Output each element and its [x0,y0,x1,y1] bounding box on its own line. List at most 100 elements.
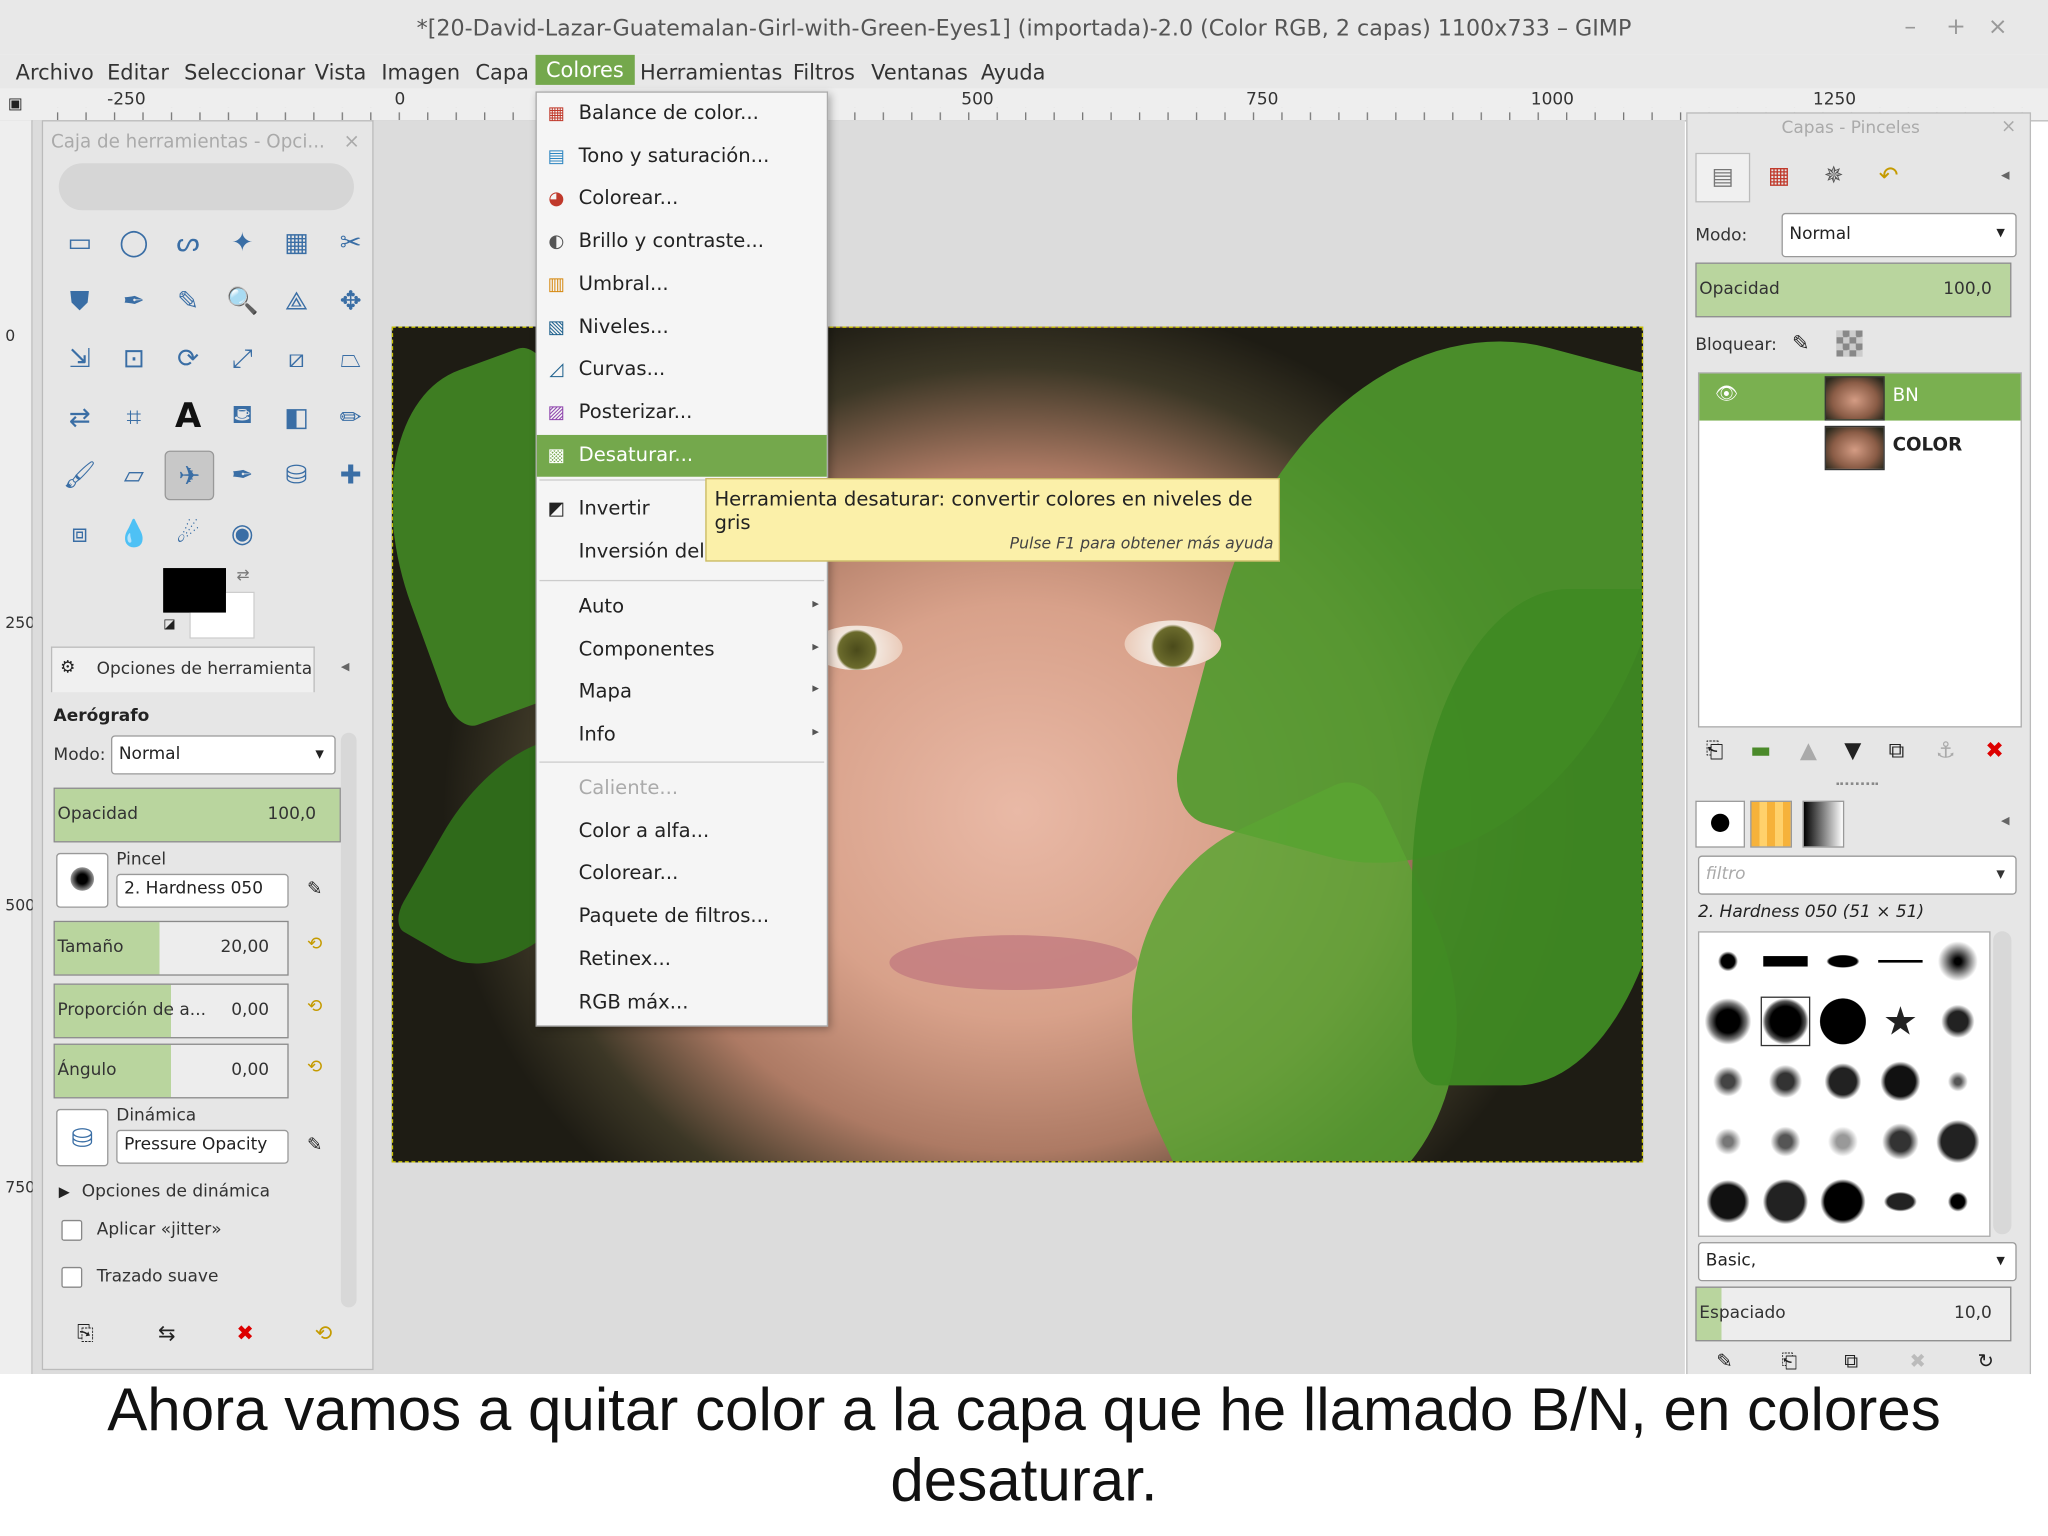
close-button[interactable]: × [1988,13,2008,40]
toolbox-close-button[interactable]: × [344,129,360,153]
menu-item-extra[interactable]: Paquete de filtros... [537,896,827,938]
color-select-icon[interactable]: ▦ [273,218,320,265]
menu-item-desaturate[interactable]: ▩ Desaturar... [536,434,827,477]
eye-icon[interactable]: 👁 [1715,384,1738,405]
crop-icon[interactable]: ⊡ [110,334,157,381]
tab-gradients[interactable] [1802,800,1845,848]
duplicate-layer-icon[interactable]: ⧉ [1889,738,1905,764]
brush-swatch[interactable] [1819,1178,1867,1226]
menu-item-extra[interactable]: Color a alfa... [537,811,827,853]
tab-undo-history[interactable]: ↶ [1863,153,1915,200]
tab-patterns[interactable] [1750,800,1792,848]
raise-layer-icon[interactable]: ▲ [1800,738,1817,764]
menu-colores[interactable]: Colores [535,54,635,85]
menu-item-color-balance[interactable]: ▦ Balance de color... [537,93,827,135]
brush-swatch[interactable] [1934,997,1982,1045]
menu-filtros[interactable]: Filtros [793,57,855,87]
zoom-icon[interactable]: 🔍 [219,276,266,323]
brush-swatch[interactable]: ★ [1877,998,1924,1045]
brush-swatch[interactable] [1761,937,1809,985]
layer-row-color[interactable]: COLOR [1699,423,2020,471]
clone-icon[interactable]: ⛁ [273,451,320,498]
measure-icon[interactable]: ⟁ [273,276,320,323]
restore-options-icon[interactable]: ⇆ [158,1320,176,1345]
edit-dynamics-icon[interactable]: ✎ [307,1135,322,1156]
smooth-stroke-option[interactable]: Trazado suave [61,1263,218,1288]
size-slider[interactable]: Tamaño 20,00 [53,920,289,976]
cage-icon[interactable]: ⌗ [110,392,157,439]
reset-angle-icon[interactable]: ⟲ [307,1057,322,1078]
menu-seleccionar[interactable]: Seleccionar [184,57,305,87]
brush-swatch[interactable] [1761,1118,1809,1166]
brush-swatch[interactable] [1934,1178,1982,1226]
blend-icon[interactable]: ◧ [273,392,320,439]
brush-swatch[interactable] [1704,937,1752,985]
menu-item-extra[interactable]: Caliente... [537,768,827,810]
menu-vista[interactable]: Vista [315,57,367,87]
brush-preview-button[interactable] [56,852,109,908]
color-picker-icon[interactable]: ✎ [165,276,212,323]
brush-swatch[interactable] [1876,937,1924,985]
brush-swatch[interactable] [1704,1057,1752,1105]
foreground-select-icon[interactable]: ⛊ [56,276,103,323]
tab-layers[interactable]: ▤ [1695,152,1751,203]
move-icon[interactable]: ✥ [327,276,374,323]
menu-capa[interactable]: Capa [475,57,528,87]
jitter-option[interactable]: Aplicar «jitter» [61,1216,222,1241]
ellipse-select-icon[interactable]: ◯ [110,218,157,265]
menu-imagen[interactable]: Imagen [381,57,460,87]
refresh-brushes-icon[interactable]: ↻ [1977,1349,1993,1373]
brush-swatch[interactable] [1819,997,1867,1045]
pencil-icon[interactable]: ✏ [327,392,374,439]
delete-brush-icon[interactable]: ✖ [1910,1349,1926,1373]
save-options-icon[interactable]: ⎘ [77,1320,94,1346]
menu-item-posterize[interactable]: ▨ Posterizar... [537,392,827,434]
menu-editar[interactable]: Editar [107,57,169,87]
menu-item-brightness-contrast[interactable]: ◐ Brillo y contraste... [537,221,827,263]
tab-tool-options[interactable]: ⚙ Opciones de herramienta [50,646,315,693]
opacity-slider[interactable]: Opacidad 100,0 [53,787,341,843]
dodge-burn-icon[interactable]: ◉ [219,509,266,556]
dynamics-field[interactable]: Pressure Opacity [116,1129,289,1164]
dock-close-button[interactable]: × [2001,116,2016,137]
delete-options-icon[interactable]: ✖ [236,1320,254,1345]
edit-brush-icon[interactable]: ✎ [1716,1349,1732,1373]
brush-swatch[interactable] [1819,1118,1867,1166]
angle-slider[interactable]: Ángulo 0,00 [53,1043,289,1099]
configure-tab-icon[interactable]: ◂ [341,657,350,677]
tab-brushes[interactable] [1695,800,1745,848]
new-layer-icon[interactable]: ⎗ [1706,738,1724,764]
anchor-layer-icon[interactable]: ⚓ [1936,738,1956,764]
maximize-button[interactable]: + [1946,13,1966,40]
rect-select-icon[interactable]: ▭ [56,218,103,265]
flip-icon[interactable]: ⇄ [56,392,103,439]
heal-icon[interactable]: ✚ [327,451,374,498]
jitter-checkbox[interactable] [61,1219,83,1241]
reset-size-icon[interactable]: ⟲ [307,934,322,955]
scale-icon[interactable]: ⤢ [219,334,266,381]
submenu-auto[interactable]: Auto ▸ [537,586,827,628]
reset-aspect-icon[interactable]: ⟲ [307,997,322,1018]
smooth-stroke-checkbox[interactable] [61,1266,83,1288]
brush-swatch[interactable] [1819,937,1867,985]
layer-row-bn[interactable]: 👁 BN [1699,373,2021,421]
perspective-clone-icon[interactable]: ⧈ [56,509,103,556]
aspect-ratio-slider[interactable]: Proporción de a... 0,00 [53,983,289,1039]
mode-select[interactable]: Normal ▾ [111,735,336,775]
menu-item-curves[interactable]: ◿ Curvas... [537,349,827,391]
blur-icon[interactable]: 💧 [110,509,157,556]
brush-name-field[interactable]: 2. Hardness 050 [116,873,289,908]
scissors-icon[interactable]: ✂ [327,218,374,265]
ink-icon[interactable]: ✒ [219,451,266,498]
tab-paths[interactable]: ✵ [1808,153,1860,200]
brush-swatch[interactable] [1704,1178,1752,1226]
brush-swatch[interactable] [1760,996,1811,1047]
menu-item-extra[interactable]: Colorear... [537,853,827,895]
brush-tag-select[interactable]: Basic, ▾ [1697,1242,2017,1282]
rotate-icon[interactable]: ⟳ [165,334,212,381]
reset-options-icon[interactable]: ⟲ [315,1320,333,1345]
brush-swatch[interactable] [1704,1118,1752,1166]
brush-swatch[interactable] [1876,1118,1924,1166]
new-brush-icon[interactable]: ⎗ [1782,1349,1798,1373]
paintbrush-icon[interactable]: 🖌 [56,451,103,498]
